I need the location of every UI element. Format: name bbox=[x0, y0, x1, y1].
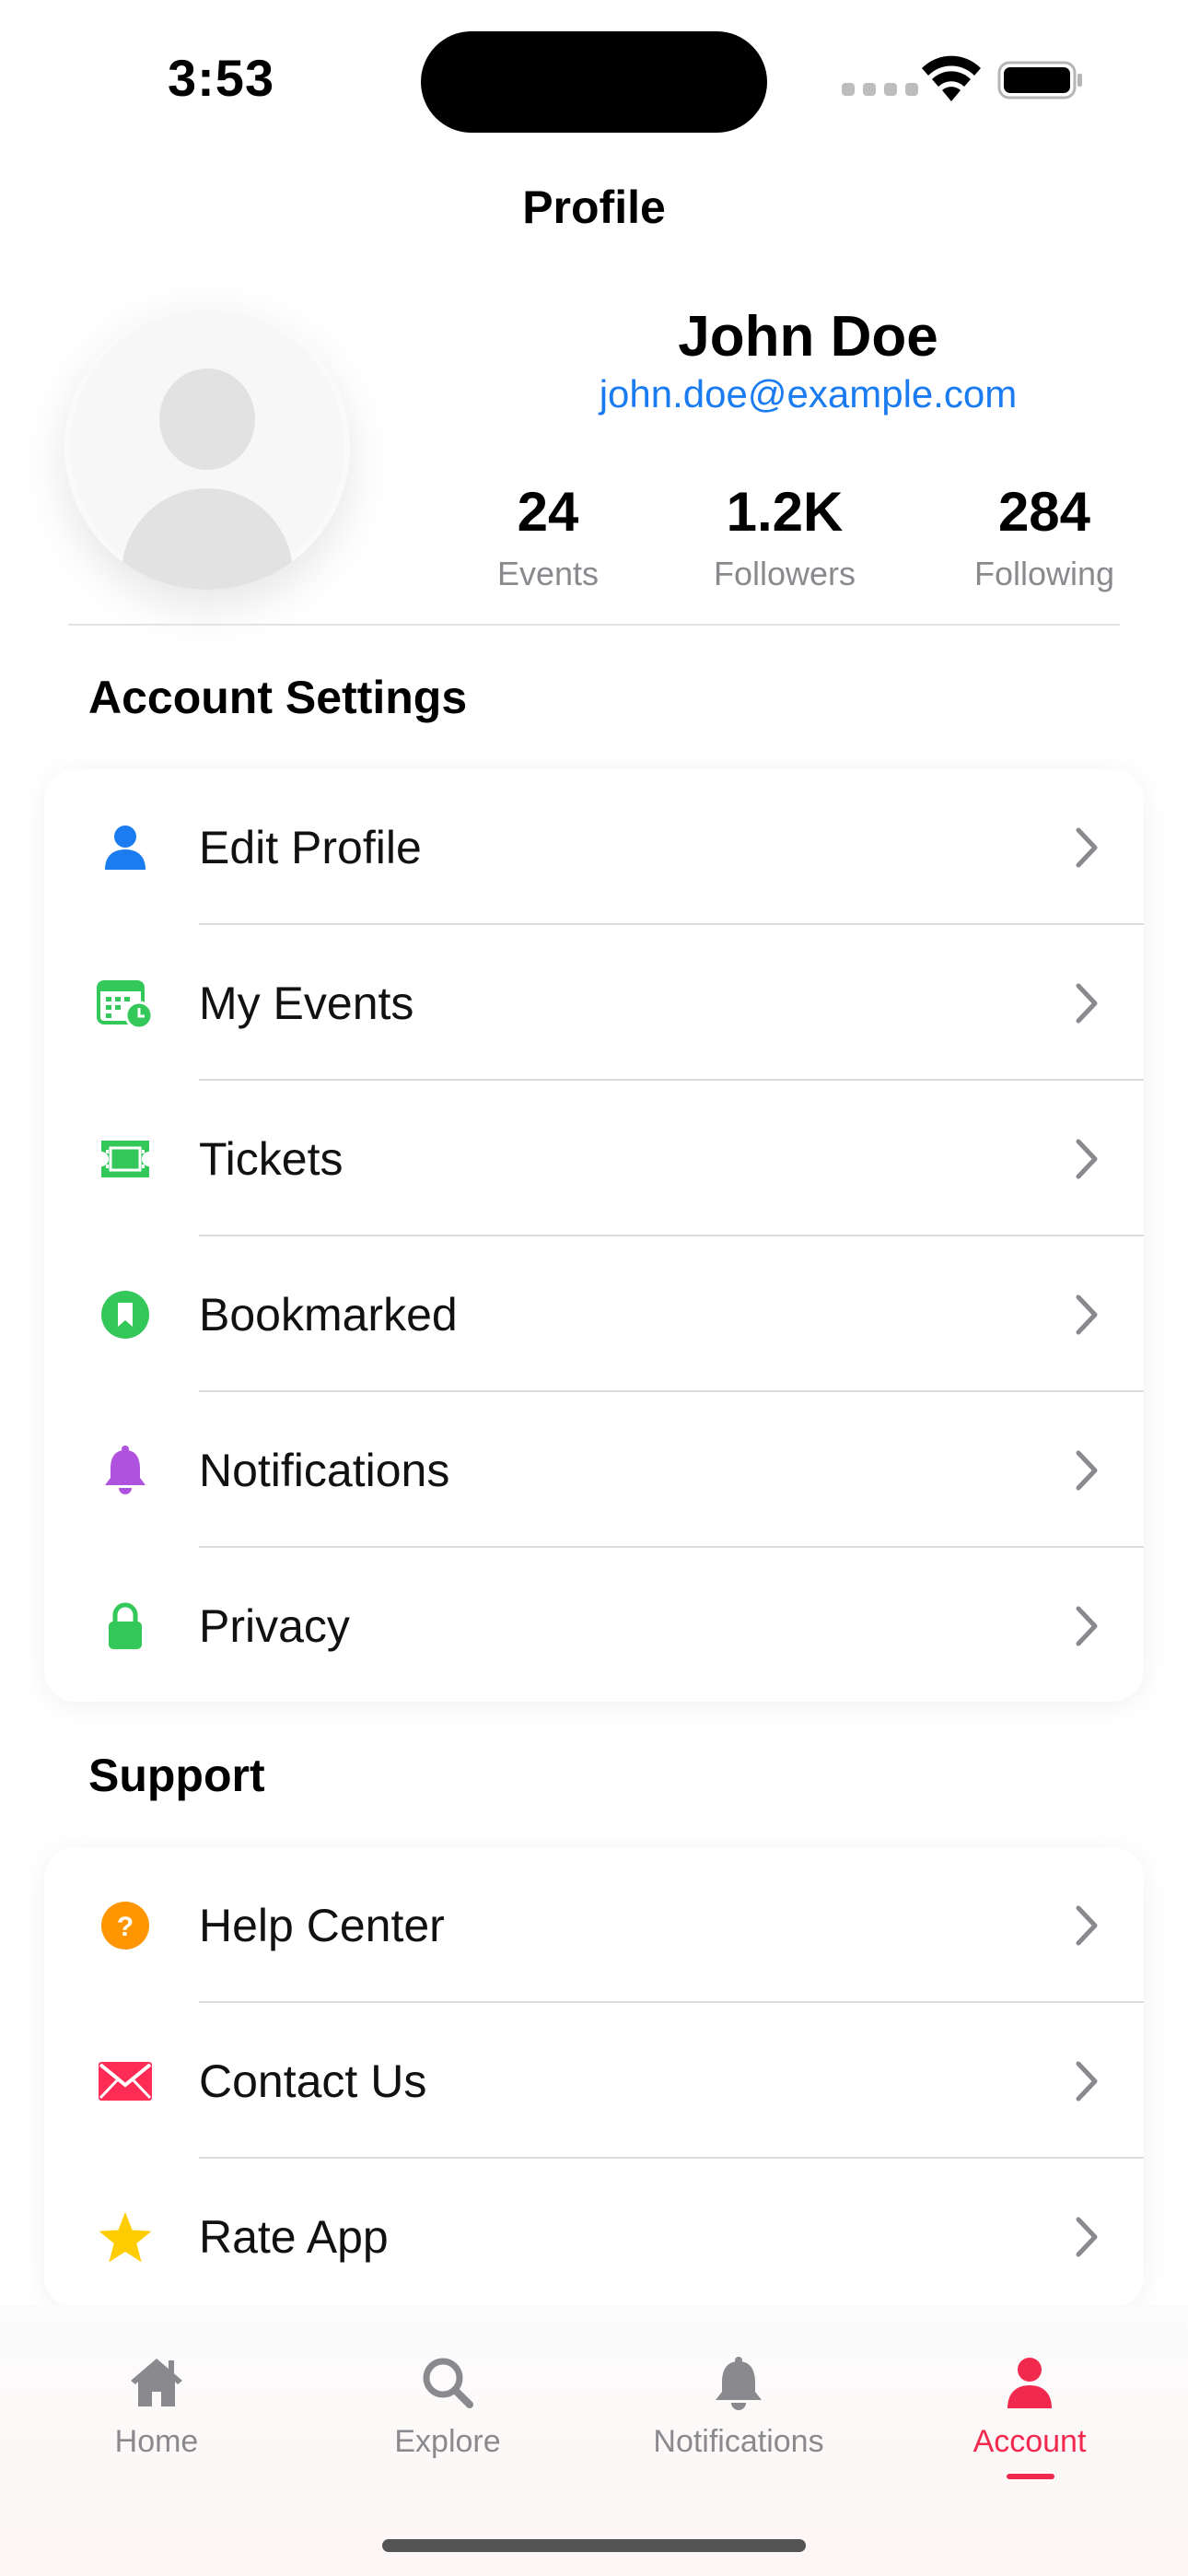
question-icon: ? bbox=[96, 1896, 155, 1955]
account-settings-card: Edit Profile My Events Tickets Bookmarke… bbox=[44, 769, 1144, 1702]
menu-item-help-center[interactable]: ? Help Center bbox=[44, 1847, 1144, 2003]
avatar-placeholder-body bbox=[122, 488, 293, 590]
stat-followers[interactable]: 1.2K Followers bbox=[674, 479, 895, 593]
stat-events[interactable]: 24 Events bbox=[437, 479, 658, 593]
house-icon bbox=[131, 2359, 182, 2406]
page-title: Profile bbox=[522, 181, 666, 233]
menu-item-label: Rate App bbox=[199, 2210, 389, 2263]
chevron-right-icon bbox=[1076, 2217, 1098, 2256]
header-divider bbox=[68, 624, 1120, 626]
menu-item-label: Edit Profile bbox=[199, 821, 422, 873]
tab-notifications[interactable]: Notifications bbox=[628, 2353, 849, 2460]
chevron-right-icon bbox=[1076, 1294, 1098, 1334]
star-icon bbox=[96, 2207, 155, 2266]
wifi-icon bbox=[922, 55, 981, 101]
stat-value: 1.2K bbox=[726, 481, 844, 543]
menu-item-contact-us[interactable]: Contact Us bbox=[44, 2003, 1144, 2159]
ticket-icon bbox=[96, 1130, 155, 1188]
menu-item-privacy[interactable]: Privacy bbox=[44, 1548, 1144, 1702]
avatar-placeholder-head bbox=[159, 369, 255, 470]
menu-item-label: My Events bbox=[199, 977, 414, 1029]
support-card: ? Help Center Contact Us Rate App bbox=[44, 1847, 1144, 2308]
stat-following[interactable]: 284 Following bbox=[934, 479, 1155, 593]
menu-item-tickets[interactable]: Tickets bbox=[44, 1081, 1144, 1236]
tab-label: Notifications bbox=[653, 2424, 824, 2459]
cellular-signal-icon bbox=[842, 83, 918, 96]
menu-item-rate-app[interactable]: Rate App bbox=[44, 2159, 1144, 2308]
tab-label: Home bbox=[114, 2424, 199, 2459]
section-title-account-settings: Account Settings bbox=[88, 672, 468, 723]
menu-item-edit-profile[interactable]: Edit Profile bbox=[44, 769, 1144, 925]
stat-value: 24 bbox=[517, 481, 579, 543]
chevron-right-icon bbox=[1076, 1606, 1098, 1645]
menu-item-label: Bookmarked bbox=[199, 1288, 458, 1341]
tab-home[interactable]: Home bbox=[46, 2353, 267, 2460]
person-icon bbox=[1007, 2358, 1052, 2408]
tab-label: Account bbox=[973, 2424, 1087, 2459]
stat-label: Followers bbox=[713, 555, 856, 592]
stat-label: Events bbox=[496, 555, 600, 592]
tab-account[interactable]: Account bbox=[919, 2353, 1140, 2460]
avatar[interactable] bbox=[64, 304, 350, 590]
lock-icon bbox=[96, 1597, 155, 1656]
user-name: John Doe bbox=[678, 305, 938, 369]
bell-icon bbox=[96, 1441, 155, 1500]
menu-item-notifications[interactable]: Notifications bbox=[44, 1392, 1144, 1548]
envelope-icon bbox=[96, 2052, 155, 2111]
menu-item-label: Privacy bbox=[199, 1599, 350, 1652]
tab-explore[interactable]: Explore bbox=[337, 2353, 558, 2460]
menu-item-my-events[interactable]: My Events bbox=[44, 925, 1144, 1081]
home-indicator bbox=[382, 2539, 806, 2552]
menu-item-label: Tickets bbox=[199, 1132, 344, 1185]
chevron-right-icon bbox=[1076, 1139, 1098, 1178]
person-icon bbox=[96, 818, 155, 877]
stat-label: Following bbox=[973, 555, 1115, 592]
chevron-right-icon bbox=[1076, 983, 1098, 1023]
chevron-right-icon bbox=[1076, 1905, 1098, 1945]
battery-icon bbox=[997, 61, 1082, 100]
menu-item-label: Notifications bbox=[199, 1444, 450, 1496]
status-bar: 3:53 bbox=[0, 0, 1188, 147]
tab-bar: Home Explore Notifications Account bbox=[0, 2305, 1188, 2576]
bookmark-icon bbox=[96, 1285, 155, 1344]
bell-icon bbox=[716, 2357, 762, 2410]
search-icon bbox=[423, 2358, 473, 2408]
active-tab-indicator bbox=[1007, 2474, 1054, 2479]
user-email: john.doe@example.com bbox=[599, 372, 1018, 416]
tab-label: Explore bbox=[394, 2424, 501, 2459]
stat-value: 284 bbox=[997, 481, 1091, 543]
svg-text:?: ? bbox=[117, 1912, 134, 1942]
section-title-support: Support bbox=[88, 1750, 265, 1801]
chevron-right-icon bbox=[1076, 2061, 1098, 2101]
dynamic-island bbox=[421, 31, 767, 133]
menu-item-bookmarked[interactable]: Bookmarked bbox=[44, 1236, 1144, 1392]
calendar-clock-icon bbox=[96, 974, 155, 1033]
chevron-right-icon bbox=[1076, 1450, 1098, 1490]
status-time: 3:53 bbox=[168, 49, 275, 107]
menu-item-label: Help Center bbox=[199, 1899, 445, 1951]
chevron-right-icon bbox=[1076, 827, 1098, 867]
menu-item-label: Contact Us bbox=[199, 2055, 427, 2107]
profile-screen: 3:53 Profile John Doe john.doe@example.c… bbox=[0, 0, 1188, 2576]
